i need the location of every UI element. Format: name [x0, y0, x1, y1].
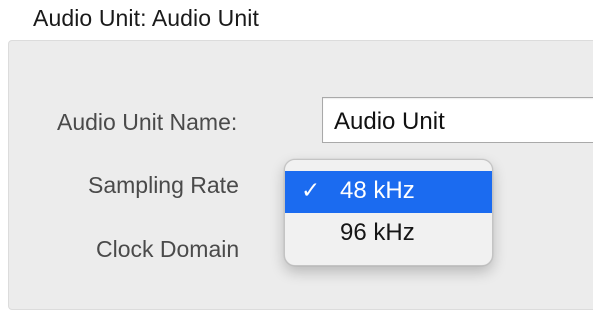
audio-unit-settings-page: Audio Unit: Audio Unit Audio Unit Name: … [0, 0, 593, 314]
clock-domain-label: Clock Domain [96, 236, 240, 262]
sampling-rate-label: Sampling Rate [88, 172, 239, 198]
menu-item-48-khz[interactable]: ✓ 48 kHz [285, 171, 492, 213]
menu-item-label: 96 kHz [340, 219, 415, 246]
section-title: Audio Unit: Audio Unit [33, 5, 259, 31]
audio-unit-name-label: Audio Unit Name: [57, 109, 238, 135]
menu-item-label: 48 kHz [340, 177, 415, 204]
audio-unit-name-field[interactable]: Audio Unit [322, 97, 593, 143]
sampling-rate-popup-menu: ✓ 48 kHz 96 kHz [284, 159, 493, 266]
menu-item-96-khz[interactable]: 96 kHz [285, 213, 492, 255]
checkmark-icon: ✓ [301, 177, 321, 203]
